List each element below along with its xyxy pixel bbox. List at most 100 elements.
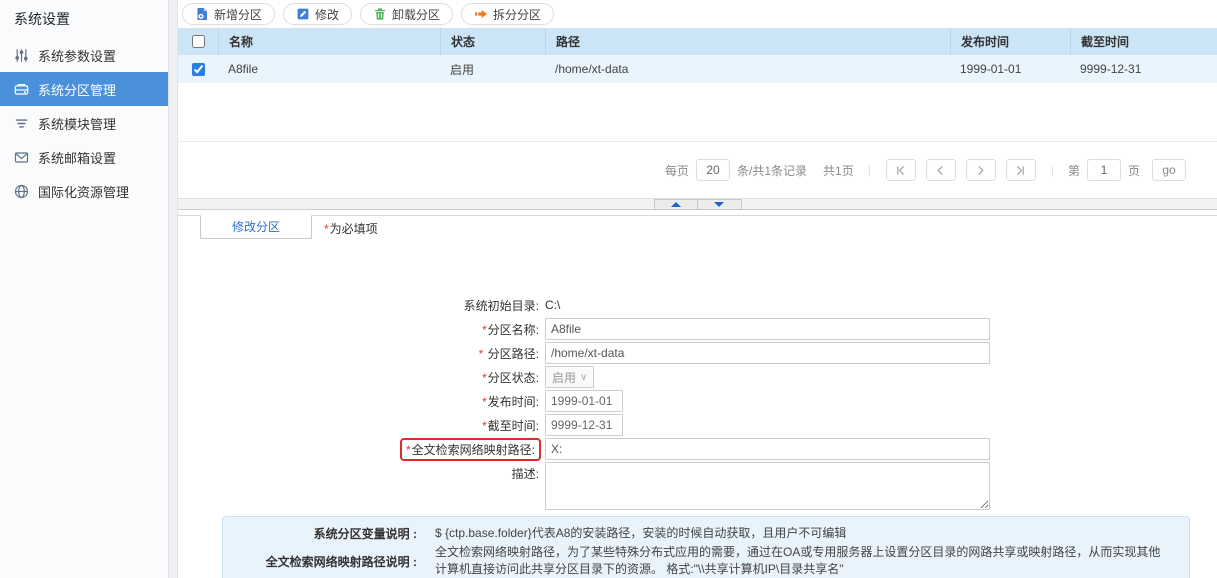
form-row-partition-status: *分区状态: 启用 ∨ xyxy=(178,366,1217,388)
fulltext-mapping-path-input[interactable] xyxy=(545,438,990,460)
row-checkbox[interactable] xyxy=(191,62,205,76)
info-box: 系统分区变量说明 : $ {ctp.base.folder}代表A8的安装路径，… xyxy=(222,516,1190,578)
unload-partition-button[interactable]: 卸载分区 xyxy=(360,3,454,25)
required-star: * xyxy=(481,418,487,433)
page-size-input[interactable]: 20 xyxy=(696,159,731,181)
add-partition-button[interactable]: 新增分区 xyxy=(182,3,276,25)
required-star: * xyxy=(478,346,484,361)
info-label: 全文检索网络映射路径说明 : xyxy=(265,554,417,569)
partition-status-select[interactable]: 启用 ∨ xyxy=(545,366,595,388)
button-label: 新增分区 xyxy=(214,7,263,22)
info-label: 系统分区变量说明 : xyxy=(313,527,417,541)
last-page-button[interactable] xyxy=(1005,159,1036,181)
sidebar-item-label: 系统分区管理 xyxy=(38,82,117,98)
info-text: $ {ctp.base.folder}代表A8的安装路径，安装的时候自动获取，且… xyxy=(435,526,847,540)
button-label: 拆分分区 xyxy=(493,7,542,22)
partition-form: 系统初始目录: C:\ *分区名称: * 分区路径: *分区状态: 启用∨ *发… xyxy=(178,294,1217,510)
required-star: * xyxy=(481,394,487,409)
field-label: *分区名称: xyxy=(481,322,539,337)
select-value: 启用 xyxy=(552,370,577,385)
cell-name: A8file xyxy=(228,62,259,76)
cell-publish-date: 1999-01-01 xyxy=(960,62,1022,76)
field-control-cell xyxy=(545,318,990,340)
info-text: 全文检索网络映射路径，为了某些特殊分布式应用的需要，通过在OA或专用服务器上设置… xyxy=(435,545,1161,576)
app-root: 系统设置 系统参数设置 系统分区管理 系统模块管理 系统邮箱设置 国际化资源管理… xyxy=(0,0,1217,578)
form-row-publish-date: *发布时间: xyxy=(178,390,1217,412)
table-empty-area xyxy=(178,83,1217,142)
sidebar-item-系统模块管理[interactable]: 系统模块管理 xyxy=(0,106,168,140)
page-number-input[interactable]: 1 xyxy=(1086,159,1121,181)
partition-name-input[interactable] xyxy=(545,318,990,340)
field-label: 系统初始目录: xyxy=(463,298,539,313)
field-control-cell: C:\ xyxy=(545,294,560,316)
per-page-label: 每页 xyxy=(665,163,690,178)
split-partition-button[interactable]: 拆分分区 xyxy=(461,3,555,25)
field-label-cell: *分区状态: xyxy=(178,366,545,388)
info-row: 全文检索网络映射路径说明 : 全文检索网络映射路径，为了某些特殊分布式应用的需要… xyxy=(223,544,1189,578)
next-page-button[interactable] xyxy=(965,159,996,181)
cell-end-date: 9999-12-31 xyxy=(1080,62,1142,76)
field-control-cell xyxy=(545,390,623,412)
collapse-up-button[interactable] xyxy=(653,199,698,210)
main-panel: 新增分区 修改 卸载分区 拆分分区 名称 状态 路径 发布时间 截至时间 A8file … xyxy=(178,0,1217,578)
column-header-发布时间: 发布时间 xyxy=(950,28,1070,55)
page-prefix-label: 第 xyxy=(1067,163,1080,178)
field-label-cell: 描述: xyxy=(178,462,545,484)
required-star: * xyxy=(405,442,411,457)
column-header-名称: 名称 xyxy=(218,28,440,55)
collapse-down-button[interactable] xyxy=(697,199,742,210)
publish-date-input[interactable] xyxy=(545,390,623,412)
prev-page-button[interactable] xyxy=(925,159,956,181)
edit-partition-panel: 修改分区 *为必填项 系统初始目录: C:\ *分区名称: * 分区路径: *分… xyxy=(178,210,1217,578)
sidebar: 系统设置 系统参数设置 系统分区管理 系统模块管理 系统邮箱设置 国际化资源管理 xyxy=(0,0,168,578)
field-label-cell: *全文检索网络映射路径: xyxy=(178,437,545,461)
field-label-cell: 系统初始目录: xyxy=(178,294,545,316)
next-page-icon xyxy=(975,165,986,176)
table-row[interactable]: A8file 启用 /home/xt-data 1999-01-01 9999-… xyxy=(178,55,1217,83)
button-label: 修改 xyxy=(315,7,340,22)
description-textarea[interactable] xyxy=(545,462,990,510)
tab-bar: 修改分区 *为必填项 xyxy=(178,215,1217,239)
sidebar-item-label: 系统模块管理 xyxy=(38,116,117,132)
first-page-icon xyxy=(895,165,906,176)
go-button[interactable]: go xyxy=(1152,159,1186,181)
total-pages-label: 共1页 xyxy=(823,163,854,178)
sliders-icon xyxy=(14,48,29,63)
panel-splitter xyxy=(178,198,1217,210)
sidebar-item-label: 国际化资源管理 xyxy=(38,184,130,200)
form-row-end-date: *截至时间: xyxy=(178,414,1217,436)
edit-icon xyxy=(296,7,310,21)
field-label-cell: *截至时间: xyxy=(178,414,545,436)
field-label: 描述: xyxy=(511,466,539,481)
select-all-checkbox[interactable] xyxy=(191,35,205,48)
form-row-partition-path: * 分区路径: xyxy=(178,342,1217,364)
caret-down-icon: ∨ xyxy=(580,371,588,383)
column-header-状态: 状态 xyxy=(440,28,545,55)
required-star: * xyxy=(481,370,487,385)
sidebar-item-国际化资源管理[interactable]: 国际化资源管理 xyxy=(0,174,168,208)
field-label-cell: *发布时间: xyxy=(178,390,545,412)
tab-modify-partition[interactable]: 修改分区 xyxy=(200,215,312,239)
row-select-cell xyxy=(178,55,218,83)
page-suffix-label: 页 xyxy=(1127,163,1140,178)
field-control-cell xyxy=(545,438,990,460)
first-page-button[interactable] xyxy=(885,159,916,181)
required-note: *为必填项 xyxy=(324,220,378,237)
modify-button[interactable]: 修改 xyxy=(283,3,353,25)
end-date-input[interactable] xyxy=(545,414,623,436)
sidebar-item-系统参数设置[interactable]: 系统参数设置 xyxy=(0,38,168,72)
sidebar-item-系统分区管理[interactable]: 系统分区管理 xyxy=(0,72,168,106)
highlighted-field-label: *全文检索网络映射路径: xyxy=(399,437,541,461)
mail-icon xyxy=(14,150,29,165)
required-star: * xyxy=(481,322,487,337)
sidebar-item-label: 系统邮箱设置 xyxy=(38,150,117,166)
sidebar-splitter[interactable] xyxy=(168,0,178,578)
field-label: *分区状态: xyxy=(481,370,539,385)
toolbar: 新增分区 修改 卸载分区 拆分分区 xyxy=(178,0,1217,28)
partition-path-input[interactable] xyxy=(545,342,990,364)
sidebar-item-系统邮箱设置[interactable]: 系统邮箱设置 xyxy=(0,140,168,174)
pagination-nav xyxy=(881,159,1041,181)
triangle-up-icon xyxy=(670,202,681,207)
field-control-cell: 启用 ∨ xyxy=(545,366,595,388)
field-control-cell xyxy=(545,462,990,510)
